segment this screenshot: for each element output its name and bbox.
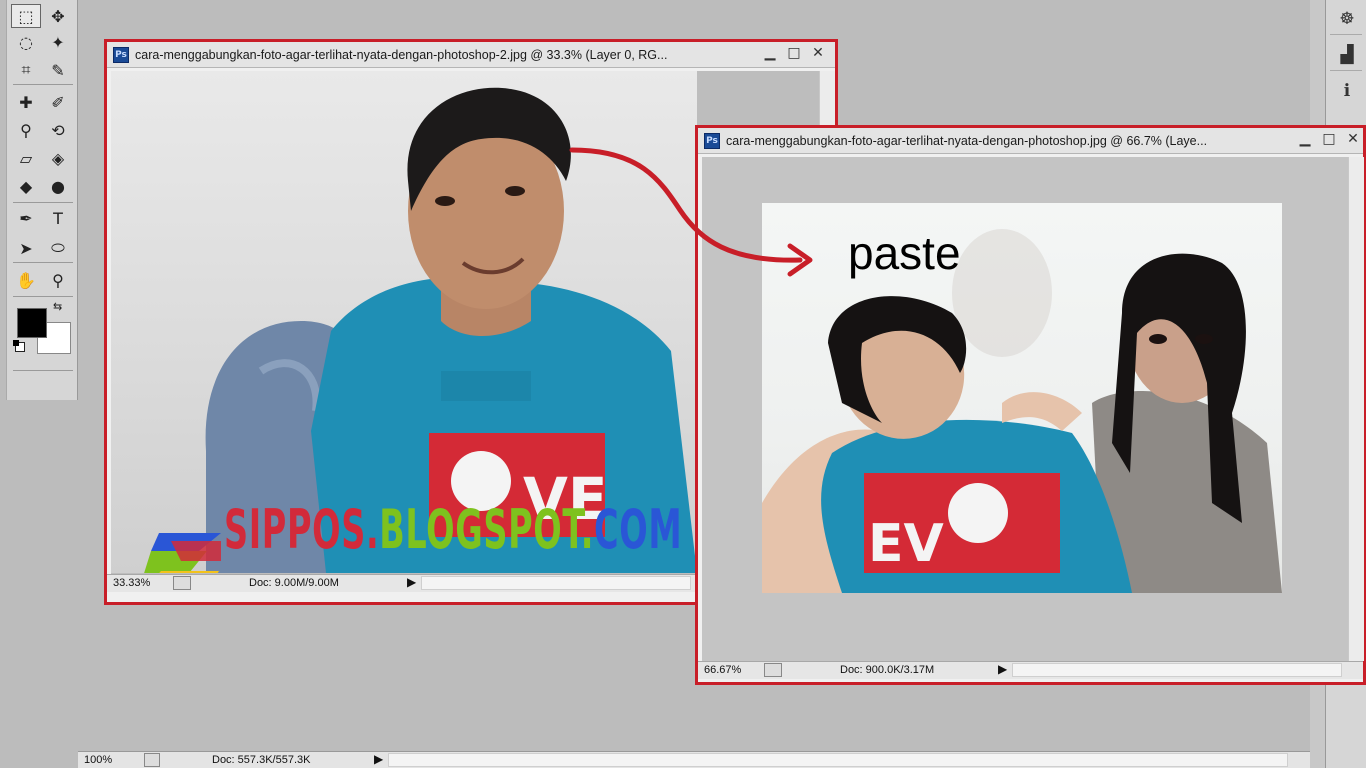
annotation-arrow bbox=[569, 147, 813, 277]
paste-annotation: paste bbox=[848, 227, 961, 279]
